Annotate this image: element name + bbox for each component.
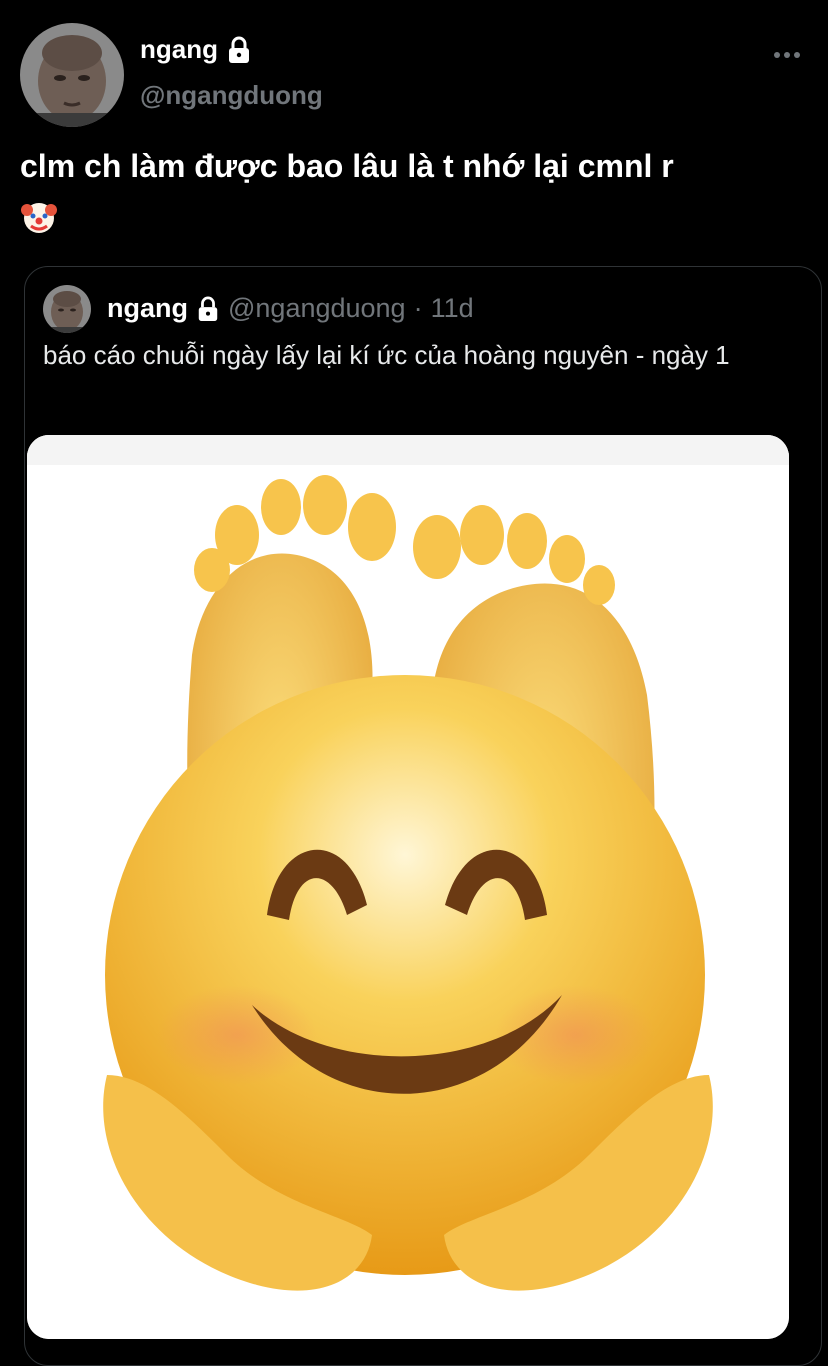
clown-face-icon xyxy=(20,198,58,236)
tweet-text-content: clm ch làm được bao lâu là t nhớ lại cmn… xyxy=(20,148,674,184)
quoted-display-name[interactable]: ngang xyxy=(107,293,188,324)
smiling-emoji-with-feet-image xyxy=(27,435,789,1339)
quoted-text: báo cáo chuỗi ngày lấy lại kí ức của hoà… xyxy=(43,340,730,370)
quoted-timestamp[interactable]: 11d xyxy=(431,293,474,324)
lock-icon xyxy=(226,36,252,64)
quoted-handle[interactable]: @ngangduong xyxy=(228,293,406,324)
avatar[interactable] xyxy=(20,23,124,127)
quoted-avatar[interactable] xyxy=(43,285,91,333)
more-horizontal-icon[interactable] xyxy=(772,48,802,62)
quoted-separator: · xyxy=(413,293,423,323)
tweet-text: clm ch làm được bao lâu là t nhớ lại cmn… xyxy=(20,142,810,238)
author-display-name[interactable]: ngang xyxy=(140,34,218,65)
quoted-media-image[interactable] xyxy=(27,435,789,1339)
quoted-header: ngang @ngangduong · 11d xyxy=(107,293,474,324)
avatar-photo-icon xyxy=(20,23,124,127)
tweet: ngang @ngangduong clm ch làm được bao lâ… xyxy=(0,0,828,1366)
quoted-tweet-card[interactable]: ngang @ngangduong · 11d báo cáo chuỗi ng… xyxy=(24,266,822,1366)
author-name-row: ngang xyxy=(140,34,252,65)
quoted-avatar-photo-icon xyxy=(43,285,91,333)
author-handle[interactable]: @ngangduong xyxy=(140,80,323,111)
lock-icon xyxy=(196,296,220,322)
